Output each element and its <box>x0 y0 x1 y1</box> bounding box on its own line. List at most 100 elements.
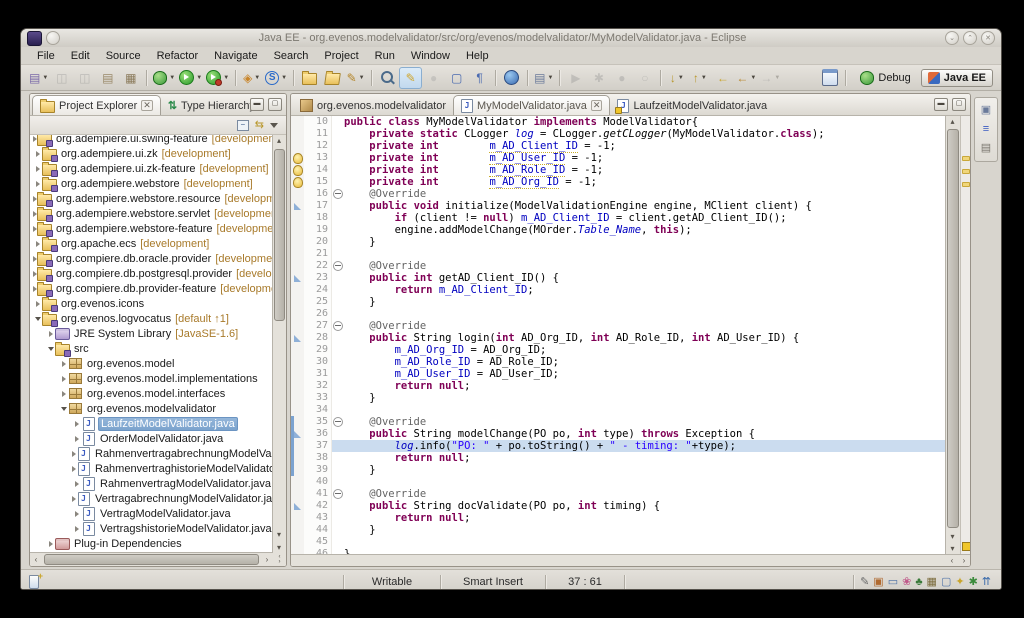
menu-help[interactable]: Help <box>458 49 497 63</box>
warning-marker-icon[interactable] <box>293 153 303 164</box>
code-line[interactable]: 44 } <box>291 524 945 536</box>
code-line[interactable]: 43 return null; <box>291 512 945 524</box>
tree-item[interactable]: JRahmenvertraghistorieModelValidator.jav… <box>30 461 273 476</box>
tree-expander-icon[interactable] <box>72 481 81 487</box>
code-line[interactable]: 26 <box>291 308 945 320</box>
window-menu-button[interactable] <box>46 31 60 45</box>
code-line[interactable]: 29 m_AD_Org_ID = AD_Org_ID; <box>291 344 945 356</box>
code-line[interactable]: 21 <box>291 248 945 260</box>
web-browser-button[interactable] <box>500 67 523 89</box>
tree-scroll-thumb[interactable] <box>274 149 285 321</box>
code-line[interactable]: 17 public void initialize(ModelValidatio… <box>291 200 945 212</box>
tree-item[interactable]: org.evenos.logvocatus[default ↑1] <box>30 311 273 326</box>
scroll-down2-icon[interactable]: ▾ <box>273 543 285 552</box>
code-line[interactable]: 31 m_AD_User_ID = AD_User_ID; <box>291 368 945 380</box>
window-minimize-button[interactable]: ⌄ <box>945 31 959 45</box>
open-resource-button[interactable] <box>298 67 321 89</box>
menu-refactor[interactable]: Refactor <box>149 49 207 63</box>
code-line[interactable]: 16 @Override <box>291 188 945 200</box>
code-line[interactable]: 38 return null; <box>291 452 945 464</box>
tab-close-icon[interactable]: ✕ <box>141 100 153 111</box>
editor-vertical-scrollbar[interactable]: ▴ ▾ ▾ <box>945 116 960 554</box>
code-line[interactable]: 33 } <box>291 392 945 404</box>
code-line[interactable]: 23 public int getAD_Client_ID() { <box>291 272 945 284</box>
code-line[interactable]: 22 @Override <box>291 260 945 272</box>
fold-collapse-icon[interactable] <box>333 321 343 331</box>
tree-item[interactable]: org.adempiere.webstore.resource[developm… <box>30 191 273 206</box>
code-line[interactable]: 18 if (client != null) m_AD_Client_ID = … <box>291 212 945 224</box>
format-brush-button[interactable]: ✎▼ <box>344 67 367 89</box>
last-edit-location-button[interactable]: ← <box>711 67 734 89</box>
tree-expander-icon[interactable] <box>33 166 42 172</box>
code-line[interactable]: 36 public String modelChange(PO po, int … <box>291 428 945 440</box>
new-web-wizard-button[interactable]: ◈▼ <box>240 67 263 89</box>
window-maximize-button[interactable]: ⌃ <box>963 31 977 45</box>
tree-item[interactable]: org.evenos.icons <box>30 296 273 311</box>
scroll-left-icon[interactable]: ‹ <box>30 555 42 564</box>
tree-item[interactable]: org.evenos.model <box>30 356 273 371</box>
debug-button[interactable]: ▼ <box>151 67 177 89</box>
minimize-view-icon[interactable]: ▬ <box>250 98 264 111</box>
image-icon[interactable]: ▦ <box>927 577 937 588</box>
mark-occurrences-button[interactable]: ✎ <box>399 67 422 89</box>
search-references-button[interactable] <box>376 67 399 89</box>
editor-scroll-down2-icon[interactable]: ▾ <box>946 544 959 553</box>
explorer-tab-type-hierarchy[interactable]: ⇅Type Hierarchy <box>161 96 262 115</box>
code-line[interactable]: 19 engine.addModelChange(MOrder.Table_Na… <box>291 224 945 236</box>
menu-navigate[interactable]: Navigate <box>206 49 265 63</box>
tree-horizontal-scrollbar[interactable]: ‹ › <box>30 552 273 566</box>
show-whitespace-button[interactable]: ¶ <box>468 67 491 89</box>
maximize-view-icon[interactable]: ▢ <box>268 98 282 111</box>
tree-item[interactable]: org.evenos.model.interfaces <box>30 386 273 401</box>
tree-expander-icon[interactable] <box>59 376 68 382</box>
warning-marker-icon[interactable] <box>293 165 303 176</box>
warning-overview-marker[interactable] <box>962 156 970 161</box>
editor-scroll-left-icon[interactable]: ‹ <box>946 556 958 565</box>
collapse-all-icon[interactable]: − <box>237 120 249 131</box>
code-line[interactable]: 27 @Override <box>291 320 945 332</box>
tree-expander-icon[interactable] <box>59 361 68 367</box>
tree-expander-icon[interactable] <box>59 391 68 397</box>
tree-item[interactable]: org.compiere.db.oracle.provider[developm… <box>30 251 273 266</box>
warning-overview-marker[interactable] <box>962 542 971 551</box>
show-selected-element-button[interactable]: ▤▼ <box>532 67 555 89</box>
minimize-view-icon[interactable]: ▬ <box>934 98 948 111</box>
run-history-button[interactable]: ▼ <box>204 67 231 89</box>
code-line[interactable]: 39 } <box>291 464 945 476</box>
editor-scroll-up-icon[interactable]: ▴ <box>946 117 959 126</box>
tree-item[interactable]: Plug-in Dependencies <box>30 536 273 551</box>
show-source-range-button[interactable]: ▢ <box>445 67 468 89</box>
tree-item[interactable]: JVertragModelValidator.java <box>30 506 273 521</box>
code-line[interactable]: 34 <box>291 404 945 416</box>
next-annotation-button[interactable]: ↓▼ <box>665 67 688 89</box>
tree-expander-icon[interactable] <box>33 181 42 187</box>
status-fastview-icon[interactable] <box>29 575 39 589</box>
restore-view-icon[interactable]: ▣ <box>981 105 991 116</box>
tree-item[interactable]: org.apache.ecs[development] <box>30 236 273 251</box>
tree-expander-icon[interactable] <box>59 407 68 411</box>
print-button[interactable]: ▤ <box>96 67 119 89</box>
view-menu-icon[interactable] <box>270 123 278 128</box>
tree-item[interactable]: JVertragabrechnungModelValidator.java <box>30 491 273 506</box>
tree-expander-icon[interactable] <box>46 331 55 337</box>
tree-expander-icon[interactable] <box>72 436 81 442</box>
warning-overview-marker[interactable] <box>962 169 970 174</box>
editor-tab-laufzeitmodelvalidator-java[interactable]: JLaufzeitModelValidator.java <box>610 96 774 115</box>
tree-icon[interactable]: ♣ <box>915 577 922 588</box>
code-line[interactable]: 30 m_AD_Role_ID = AD_Role_ID; <box>291 356 945 368</box>
key-icon[interactable]: ✦ <box>955 577 964 588</box>
menu-window[interactable]: Window <box>403 49 458 63</box>
tree-expander-icon[interactable] <box>33 301 42 307</box>
menu-edit[interactable]: Edit <box>63 49 98 63</box>
link-with-editor-icon[interactable]: ⇆ <box>255 120 264 131</box>
tree-item[interactable]: org.adempiere.ui.swing-feature[developme… <box>30 135 273 146</box>
menu-project[interactable]: Project <box>316 49 366 63</box>
scroll-up-icon[interactable]: ▴ <box>273 136 285 145</box>
code-line[interactable]: 45 <box>291 536 945 548</box>
title-bar[interactable]: Java EE - org.evenos.modelvalidator/src/… <box>21 29 1001 47</box>
tree-expander-icon[interactable] <box>33 317 42 321</box>
tree-expander-icon[interactable] <box>72 511 81 517</box>
window-close-button[interactable]: ✕ <box>981 31 995 45</box>
menu-run[interactable]: Run <box>367 49 403 63</box>
pencil-icon[interactable]: ✎ <box>860 577 869 588</box>
